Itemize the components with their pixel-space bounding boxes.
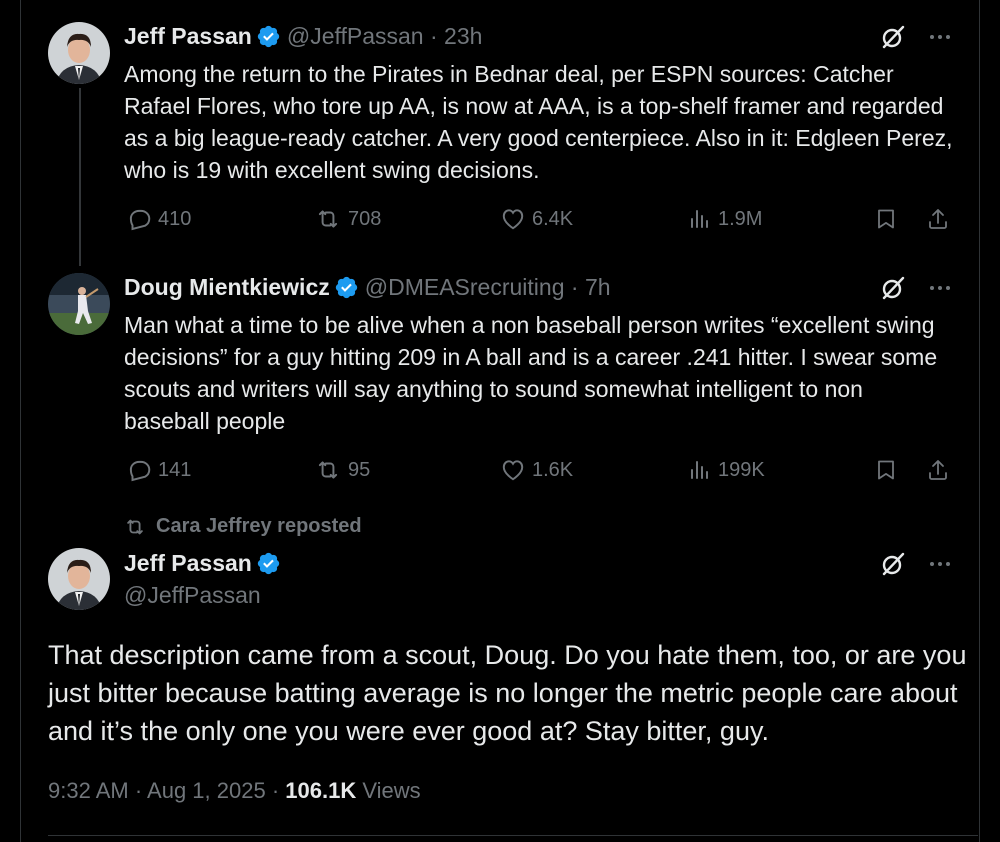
bookmark-button[interactable] (874, 455, 898, 485)
tweet-tools (880, 275, 952, 301)
bookmark-icon (878, 209, 894, 229)
tweet-text: Among the return to the Pirates in Bedna… (124, 61, 953, 183)
tweet-time[interactable]: 7h (585, 274, 611, 301)
like-button[interactable]: 6.4K (500, 204, 573, 234)
main-tweet-text: That description came from a scout, Doug… (48, 640, 967, 746)
repost-button[interactable]: 708 (314, 204, 381, 234)
separator-dot: · (564, 274, 585, 300)
like-icon (502, 209, 524, 230)
like-icon (502, 460, 524, 481)
reply-button[interactable]: 141 (126, 455, 191, 485)
author-handle[interactable]: @JeffPassan (287, 23, 424, 50)
reply-icon (129, 209, 151, 231)
avatar-doug-mientkiewicz[interactable] (48, 273, 110, 335)
share-button[interactable] (926, 204, 950, 234)
tweet-text: Man what a time to be alive when a non b… (124, 312, 938, 434)
more-icon[interactable] (928, 276, 952, 300)
reply-count: 141 (158, 458, 192, 481)
verified-badge-icon (335, 276, 357, 299)
bookmark-button[interactable] (874, 204, 898, 234)
like-count: 1.6K (532, 458, 574, 481)
views-button[interactable]: 1.9M (688, 204, 762, 234)
share-button[interactable] (926, 455, 950, 485)
tweet-header: Jeff Passan (124, 550, 281, 577)
repost-context: Cara Jeffrey reposted (124, 515, 362, 538)
repost-icon (318, 210, 338, 228)
author-handle-row: @JeffPassan (124, 582, 261, 609)
tweet-tools (880, 24, 952, 50)
share-icon (929, 209, 947, 229)
repost-count: 708 (348, 207, 382, 230)
divider (48, 835, 978, 836)
tweet-time[interactable]: 23h (444, 23, 482, 50)
views-button[interactable]: 199K (688, 455, 765, 485)
grok-icon[interactable] (880, 275, 906, 301)
tweet-tools (880, 551, 952, 577)
tweet-header: Jeff Passan @JeffPassan · 23h (124, 23, 482, 50)
reply-button[interactable]: 410 (126, 204, 191, 234)
grok-icon[interactable] (880, 551, 906, 577)
avatar-jeff-passan[interactable] (48, 548, 110, 610)
avatar-jeff-passan[interactable] (48, 22, 110, 84)
tweet-actions: 141 95 1.6K 199K (126, 455, 952, 485)
tweet-header: Doug Mientkiewicz @DMEASrecruiting · 7h (124, 274, 611, 301)
repost-button[interactable]: 95 (314, 455, 370, 485)
author-name[interactable]: Jeff Passan (124, 550, 252, 577)
verified-badge-icon (257, 25, 280, 48)
more-icon[interactable] (928, 25, 952, 49)
verified-badge-icon (257, 552, 280, 575)
tweet-meta: 9:32 AM · Aug 1, 2025 · 106.1K Views (48, 778, 421, 804)
more-icon[interactable] (928, 552, 952, 576)
main-views-count: 106.1K (285, 778, 357, 803)
timestamp[interactable]: 9:32 AM · Aug 1, 2025 · (48, 778, 285, 803)
grok-icon[interactable] (880, 24, 906, 50)
separator-dot: · (423, 23, 445, 49)
thread-connector (79, 88, 81, 266)
like-count: 6.4K (532, 207, 574, 230)
reply-icon (129, 460, 151, 482)
author-name[interactable]: Doug Mientkiewicz (124, 274, 330, 301)
repost-label[interactable]: Cara Jeffrey reposted (156, 515, 362, 538)
tweet-actions: 410 708 6.4K 1.9M (126, 204, 952, 234)
views-icon (691, 461, 708, 479)
share-icon (929, 460, 947, 480)
like-button[interactable]: 1.6K (500, 455, 573, 485)
repost-count: 95 (348, 458, 371, 481)
views-count: 1.9M (718, 207, 763, 230)
bookmark-icon (878, 460, 894, 480)
reply-count: 410 (158, 207, 192, 230)
author-handle[interactable]: @JeffPassan (124, 582, 261, 609)
repost-icon (318, 461, 338, 479)
views-label: Views (356, 778, 421, 803)
author-handle[interactable]: @DMEASrecruiting (365, 274, 565, 301)
views-count: 199K (718, 458, 765, 481)
views-icon (691, 210, 708, 228)
repost-icon (127, 519, 143, 534)
author-name[interactable]: Jeff Passan (124, 23, 252, 50)
